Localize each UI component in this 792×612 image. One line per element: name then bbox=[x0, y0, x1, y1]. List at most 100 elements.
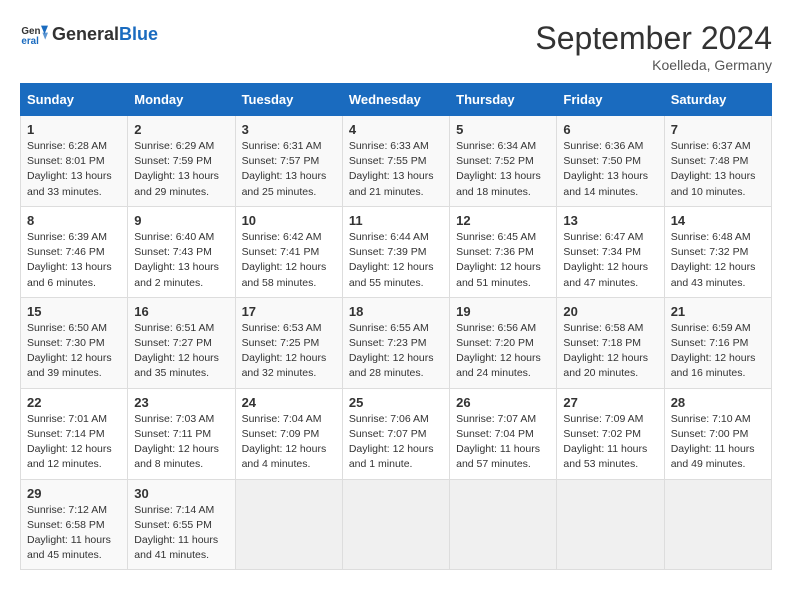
day-number: 11 bbox=[349, 213, 443, 228]
calendar-cell: 15Sunrise: 6:50 AMSunset: 7:30 PMDayligh… bbox=[21, 297, 128, 388]
calendar-cell: 19Sunrise: 6:56 AMSunset: 7:20 PMDayligh… bbox=[450, 297, 557, 388]
month-title: September 2024 bbox=[535, 20, 772, 57]
daylight: Daylight: 11 hours and 57 minutes. bbox=[456, 443, 540, 470]
calendar-cell: 13Sunrise: 6:47 AMSunset: 7:34 PMDayligh… bbox=[557, 206, 664, 297]
calendar-cell: 21 Sunrise: 6:59 AM Sunset: 7:16 PM Dayligh… bbox=[664, 297, 771, 388]
daylight: Daylight: 13 hours and 25 minutes. bbox=[242, 170, 327, 197]
day-number: 1 bbox=[27, 122, 121, 137]
sunset: Sunset: 7:52 PM bbox=[456, 155, 534, 167]
calendar-cell: 10Sunrise: 6:42 AMSunset: 7:41 PMDayligh… bbox=[235, 206, 342, 297]
calendar-cell: 23Sunrise: 7:03 AMSunset: 7:11 PMDayligh… bbox=[128, 388, 235, 479]
calendar-cell: 1Sunrise: 6:28 AMSunset: 8:01 PMDaylight… bbox=[21, 116, 128, 207]
calendar-cell bbox=[235, 479, 342, 570]
day-number: 24 bbox=[242, 395, 336, 410]
daylight: Daylight: 12 hours and 39 minutes. bbox=[27, 352, 112, 379]
sunset: Sunset: 7:23 PM bbox=[349, 337, 427, 349]
calendar-cell bbox=[664, 479, 771, 570]
daylight: Daylight: 12 hours and 35 minutes. bbox=[134, 352, 219, 379]
svg-text:eral: eral bbox=[21, 36, 39, 47]
week-row-4: 22Sunrise: 7:01 AMSunset: 7:14 PMDayligh… bbox=[21, 388, 772, 479]
sunset: Sunset: 7:50 PM bbox=[563, 155, 641, 167]
sunset: Sunset: 7:36 PM bbox=[456, 246, 534, 258]
sunset: Sunset: 8:01 PM bbox=[27, 155, 105, 167]
sunset: Sunset: 7:14 PM bbox=[27, 428, 105, 440]
cell-content: Sunrise: 6:31 AMSunset: 7:57 PMDaylight:… bbox=[242, 139, 336, 200]
cell-content: Sunrise: 7:04 AMSunset: 7:09 PMDaylight:… bbox=[242, 412, 336, 473]
daylight: Daylight: 13 hours and 2 minutes. bbox=[134, 261, 219, 288]
day-number: 28 bbox=[671, 395, 765, 410]
day-number: 26 bbox=[456, 395, 550, 410]
calendar-cell bbox=[450, 479, 557, 570]
sunset: Sunset: 7:43 PM bbox=[134, 246, 212, 258]
day-number: 20 bbox=[563, 304, 657, 319]
calendar-cell: 8Sunrise: 6:39 AMSunset: 7:46 PMDaylight… bbox=[21, 206, 128, 297]
calendar-cell: 18Sunrise: 6:55 AMSunset: 7:23 PMDayligh… bbox=[342, 297, 449, 388]
cell-content: Sunrise: 7:12 AMSunset: 6:58 PMDaylight:… bbox=[27, 503, 121, 564]
cell-content: Sunrise: 6:47 AMSunset: 7:34 PMDaylight:… bbox=[563, 230, 657, 291]
week-row-2: 8Sunrise: 6:39 AMSunset: 7:46 PMDaylight… bbox=[21, 206, 772, 297]
sunrise: Sunrise: 6:29 AM bbox=[134, 140, 214, 152]
sunrise: Sunrise: 6:31 AM bbox=[242, 140, 322, 152]
sunset: Sunset: 7:04 PM bbox=[456, 428, 534, 440]
day-number: 6 bbox=[563, 122, 657, 137]
cell-content: Sunrise: 6:29 AMSunset: 7:59 PMDaylight:… bbox=[134, 139, 228, 200]
sunset: Sunset: 7:32 PM bbox=[671, 246, 749, 258]
sunrise: Sunrise: 6:58 AM bbox=[563, 322, 643, 334]
week-row-3: 15Sunrise: 6:50 AMSunset: 7:30 PMDayligh… bbox=[21, 297, 772, 388]
daylight: Daylight: 12 hours and 20 minutes. bbox=[563, 352, 648, 379]
day-number: 23 bbox=[134, 395, 228, 410]
cell-content: Sunrise: 7:06 AMSunset: 7:07 PMDaylight:… bbox=[349, 412, 443, 473]
daylight: Daylight: 12 hours and 32 minutes. bbox=[242, 352, 327, 379]
day-number: 12 bbox=[456, 213, 550, 228]
cell-content: Sunrise: 7:07 AM Sunset: 7:04 PM Daylight:… bbox=[456, 412, 550, 473]
day-header-friday: Friday bbox=[557, 84, 664, 116]
sunrise: Sunrise: 6:50 AM bbox=[27, 322, 107, 334]
calendar-cell: 17Sunrise: 6:53 AMSunset: 7:25 PMDayligh… bbox=[235, 297, 342, 388]
sunrise: Sunrise: 6:56 AM bbox=[456, 322, 536, 334]
calendar-cell: 22Sunrise: 7:01 AMSunset: 7:14 PMDayligh… bbox=[21, 388, 128, 479]
sunrise: Sunrise: 6:34 AM bbox=[456, 140, 536, 152]
day-number: 18 bbox=[349, 304, 443, 319]
cell-content: Sunrise: 7:09 AMSunset: 7:02 PMDaylight:… bbox=[563, 412, 657, 473]
calendar-cell: 30Sunrise: 7:14 AMSunset: 6:55 PMDayligh… bbox=[128, 479, 235, 570]
calendar-header-row: SundayMondayTuesdayWednesdayThursdayFrid… bbox=[21, 84, 772, 116]
calendar-cell: 11Sunrise: 6:44 AMSunset: 7:39 PMDayligh… bbox=[342, 206, 449, 297]
day-header-monday: Monday bbox=[128, 84, 235, 116]
sunset: Sunset: 7:41 PM bbox=[242, 246, 320, 258]
sunrise: Sunrise: 6:39 AM bbox=[27, 231, 107, 243]
sunrise: Sunrise: 6:55 AM bbox=[349, 322, 429, 334]
sunrise: Sunrise: 6:59 AM bbox=[671, 322, 751, 334]
daylight: Daylight: 12 hours and 51 minutes. bbox=[456, 261, 541, 288]
logo-blue: Blue bbox=[119, 24, 158, 44]
cell-content: Sunrise: 6:39 AMSunset: 7:46 PMDaylight:… bbox=[27, 230, 121, 291]
sunrise: Sunrise: 7:04 AM bbox=[242, 413, 322, 425]
daylight: Daylight: 12 hours and 16 minutes. bbox=[671, 352, 756, 379]
sunset: Sunset: 7:20 PM bbox=[456, 337, 534, 349]
day-number: 3 bbox=[242, 122, 336, 137]
calendar-cell: 6 Sunrise: 6:36 AMSunset: 7:50 PMDaylight… bbox=[557, 116, 664, 207]
sunrise: Sunrise: 6:40 AM bbox=[134, 231, 214, 243]
logo: Gen eral GeneralBlue bbox=[20, 20, 158, 48]
day-header-thursday: Thursday bbox=[450, 84, 557, 116]
day-number: 27 bbox=[563, 395, 657, 410]
sunset: Sunset: 7:00 PM bbox=[671, 428, 749, 440]
daylight: Daylight: 13 hours and 18 minutes. bbox=[456, 170, 541, 197]
week-row-1: 1Sunrise: 6:28 AMSunset: 8:01 PMDaylight… bbox=[21, 116, 772, 207]
day-number: 21 bbox=[671, 304, 765, 319]
cell-content: Sunrise: 6:40 AM Sunset: 7:43 PM Daylight:… bbox=[134, 230, 228, 291]
cell-content: Sunrise: 6:53 AMSunset: 7:25 PMDaylight:… bbox=[242, 321, 336, 382]
header: Gen eral GeneralBlue September 2024 Koel… bbox=[20, 20, 772, 73]
daylight: Daylight: 11 hours and 53 minutes. bbox=[563, 443, 647, 470]
location: Koelleda, Germany bbox=[535, 57, 772, 73]
sunrise: Sunrise: 7:01 AM bbox=[27, 413, 107, 425]
sunset: Sunset: 7:59 PM bbox=[134, 155, 212, 167]
sunset: Sunset: 7:16 PM bbox=[671, 337, 749, 349]
sunrise: Sunrise: 7:07 AM bbox=[456, 413, 536, 425]
cell-content: Sunrise: 6:36 AMSunset: 7:50 PMDaylight:… bbox=[563, 139, 657, 200]
daylight: Daylight: 11 hours and 41 minutes. bbox=[134, 534, 218, 561]
day-number: 16 bbox=[134, 304, 228, 319]
cell-content: Sunrise: 6:50 AMSunset: 7:30 PMDaylight:… bbox=[27, 321, 121, 382]
cell-content: Sunrise: 7:10 AMSunset: 7:00 PMDaylight:… bbox=[671, 412, 765, 473]
calendar-cell: 4Sunrise: 6:33 AMSunset: 7:55 PMDaylight… bbox=[342, 116, 449, 207]
calendar-cell: 5Sunrise: 6:34 AMSunset: 7:52 PMDaylight… bbox=[450, 116, 557, 207]
